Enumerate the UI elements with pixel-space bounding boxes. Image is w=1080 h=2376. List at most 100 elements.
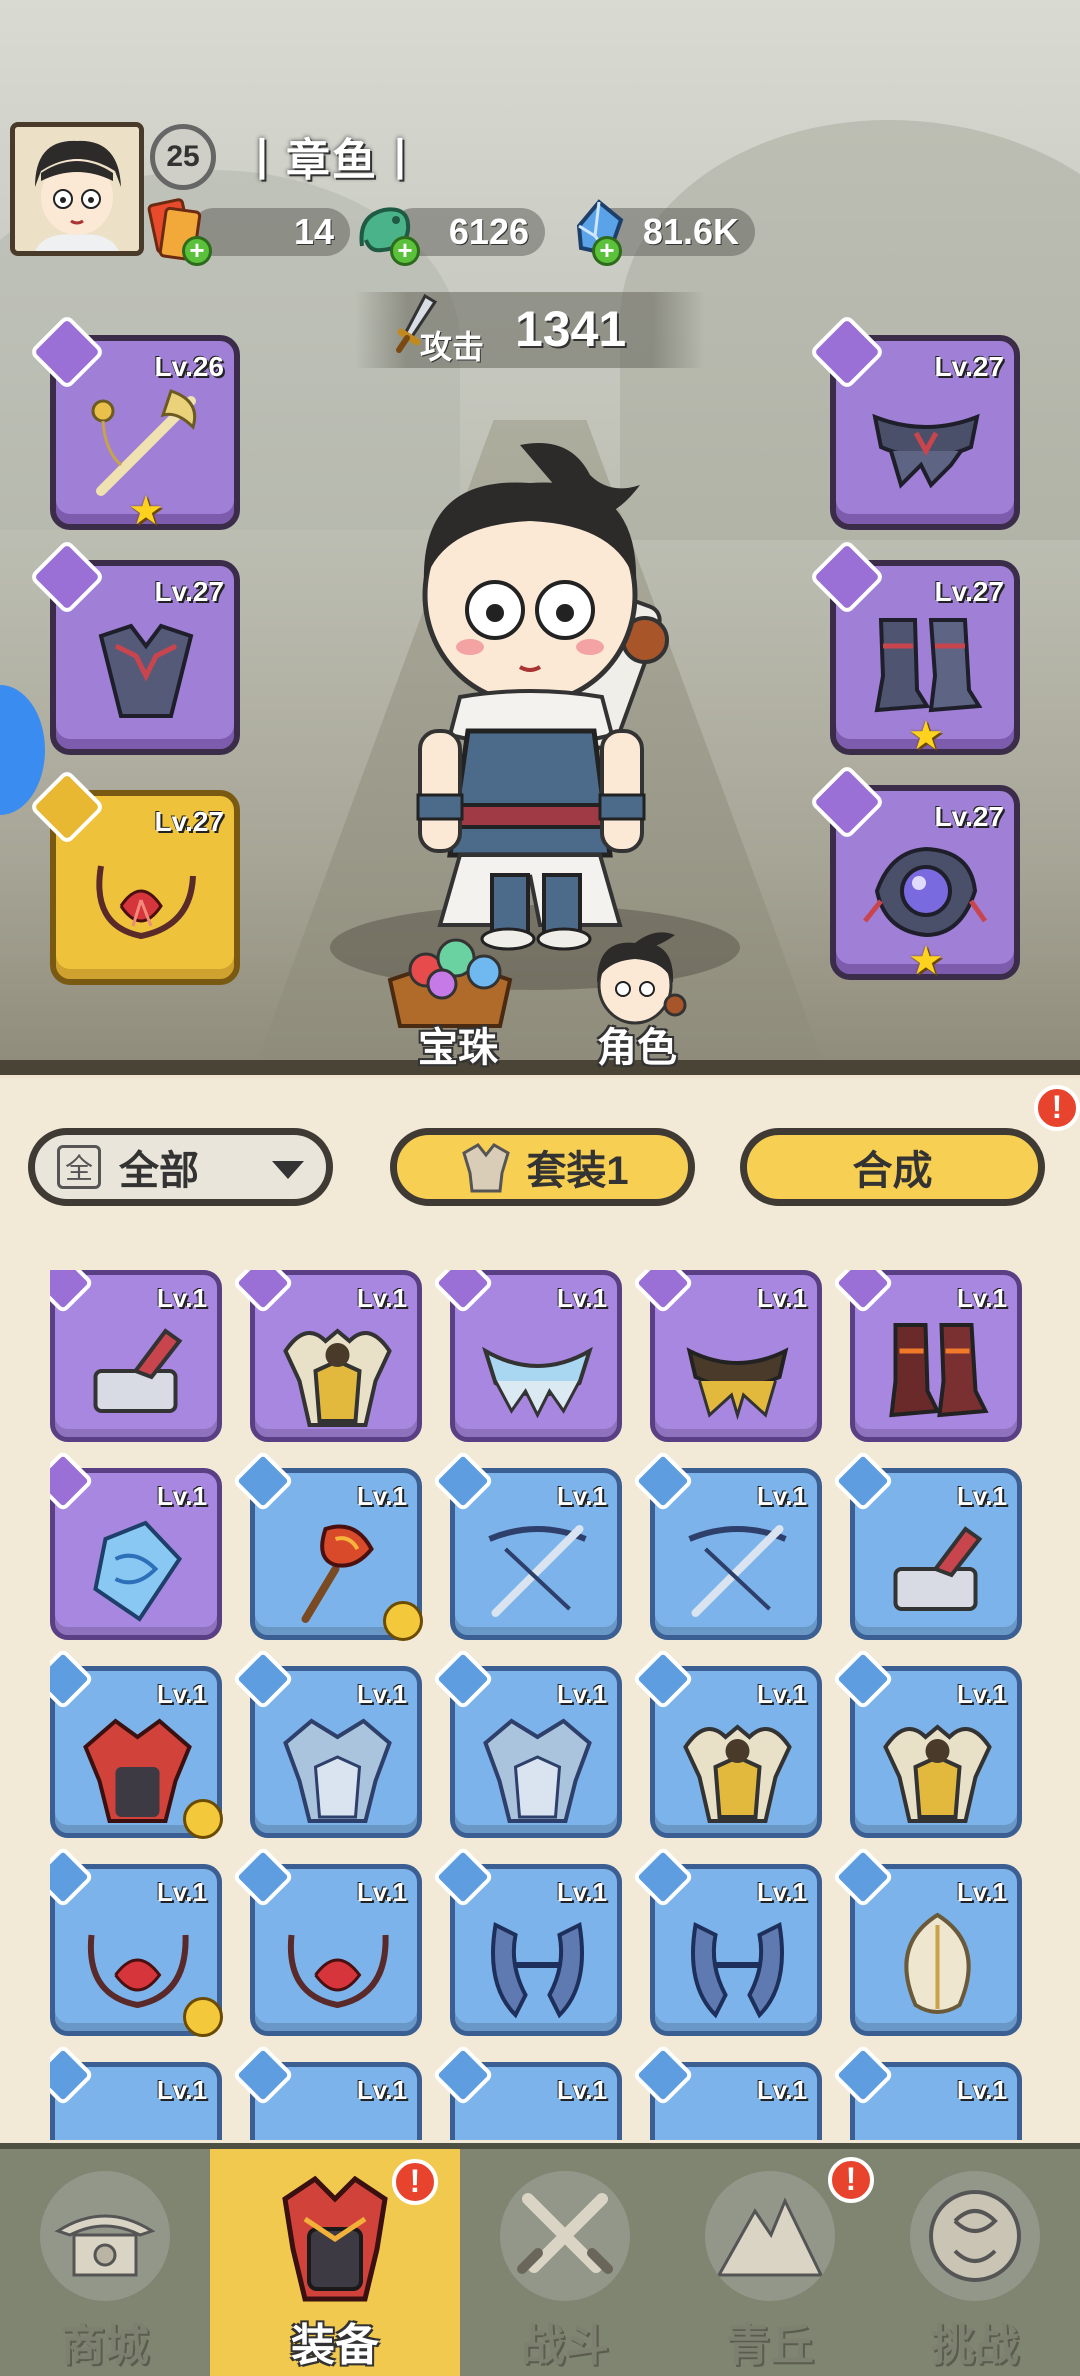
inventory-item-card[interactable]: Lv.1 bbox=[631, 1845, 822, 2036]
armor-type-icon bbox=[431, 1647, 495, 1711]
chevron-down-icon bbox=[272, 1161, 304, 1179]
jade-count: 6126 bbox=[448, 211, 529, 252]
inventory-item-card[interactable]: Lv.1 bbox=[831, 1647, 1022, 1838]
weapon-type-icon bbox=[631, 1449, 695, 1513]
equipped-belt-level: Lv.27 bbox=[934, 351, 1004, 382]
scene-divider bbox=[0, 1060, 1080, 1075]
role-button-label[interactable]: 角色 bbox=[597, 1015, 677, 1073]
necklace-type-icon bbox=[50, 1845, 95, 1909]
red-necklace-icon bbox=[287, 1934, 389, 2009]
inventory-item-card[interactable]: Lv.1 bbox=[231, 1647, 422, 1838]
ring-type-icon bbox=[50, 1449, 95, 1513]
nav-label-challenge: 挑战 bbox=[931, 2321, 1019, 2370]
belt-icon bbox=[275, 2103, 400, 2140]
equipped-boots-slot[interactable]: Lv.27 ★ bbox=[808, 538, 1020, 758]
add-jade-button[interactable]: + bbox=[390, 236, 420, 266]
compose-button[interactable]: 合成 bbox=[740, 1128, 1045, 1206]
equipped-weapon-slot[interactable]: Lv.26 ★ bbox=[28, 313, 240, 533]
equip-set-badge-icon bbox=[383, 1601, 423, 1641]
nav-label-battle: 战斗 bbox=[521, 2321, 609, 2370]
inventory-item-card[interactable]: Lv.1 bbox=[631, 1270, 822, 1442]
inventory-item-card[interactable]: Lv.1 bbox=[431, 1270, 622, 1442]
inventory-item-card[interactable]: Lv.1 bbox=[831, 1845, 1022, 2036]
ice-fur-belt-icon bbox=[482, 1346, 593, 1419]
armor-type-icon bbox=[631, 1647, 695, 1711]
inventory-item-card[interactable]: Lv.1 bbox=[831, 2043, 1022, 2140]
belt-type-icon bbox=[631, 1270, 695, 1315]
nav-tab-challenge[interactable]: 挑战 bbox=[870, 2149, 1080, 2376]
inventory-item-card[interactable]: Lv.1 bbox=[431, 1845, 622, 2036]
inventory-item-card[interactable]: Lv.1 bbox=[231, 2043, 422, 2140]
red-dragon-armor-icon bbox=[83, 1718, 192, 1823]
item-level: Lv.1 bbox=[956, 2075, 1007, 2105]
equipped-armor-slot[interactable]: Lv.27 bbox=[28, 538, 240, 755]
inventory-item-card[interactable]: Lv.1 bbox=[231, 1449, 423, 1641]
inventory-item-card[interactable]: Lv.1 bbox=[631, 2043, 822, 2140]
equipped-ring-level: Lv.27 bbox=[934, 801, 1004, 832]
equipped-boots-level: Lv.27 bbox=[934, 576, 1004, 607]
item-level: Lv.1 bbox=[156, 1481, 207, 1511]
crossbow-icon bbox=[688, 1525, 787, 1617]
weapon-type-icon bbox=[50, 1270, 95, 1315]
inventory-item-card[interactable]: Lv.1 bbox=[231, 1270, 422, 1442]
item-level: Lv.1 bbox=[556, 1283, 607, 1313]
inventory-item-card[interactable]: Lv.1 bbox=[50, 1270, 222, 1442]
armor-type-icon bbox=[50, 1647, 95, 1711]
equipped-belt-slot[interactable]: Lv.27 bbox=[808, 313, 1020, 530]
item-level: Lv.1 bbox=[356, 1877, 407, 1907]
star-icon: ★ bbox=[128, 489, 164, 533]
inventory-item-card[interactable]: Lv.1 bbox=[50, 2043, 222, 2140]
equipped-necklace-slot[interactable]: Lv.27 bbox=[28, 768, 240, 985]
nav-tab-battle[interactable]: 战斗 bbox=[460, 2149, 670, 2376]
golden-staff-icon bbox=[91, 389, 197, 496]
equipped-weapon-level: Lv.26 bbox=[154, 351, 224, 382]
armor-type-icon bbox=[831, 1647, 895, 1711]
ticket-count: 14 bbox=[293, 211, 334, 252]
filter-label: 全部 bbox=[119, 1149, 199, 1193]
gold-feather-armor-icon bbox=[883, 1724, 992, 1823]
crossbow-icon bbox=[488, 1525, 587, 1617]
bottom-navigation: 商城 装备 ! 战斗 青丘 ! 挑战 bbox=[0, 2143, 1080, 2376]
item-level: Lv.1 bbox=[756, 1481, 807, 1511]
inventory-item-card[interactable]: Lv.1 bbox=[831, 1270, 1022, 1442]
attack-value: 1341 bbox=[515, 301, 627, 357]
inventory-item-card[interactable]: Lv.1 bbox=[231, 1845, 422, 2036]
inventory-item-card[interactable]: Lv.1 bbox=[50, 1647, 223, 1839]
inventory-item-card[interactable]: Lv.1 bbox=[431, 1449, 622, 1640]
belt-icon bbox=[75, 2103, 200, 2140]
player-level: 25 bbox=[166, 140, 200, 173]
orbs-button-label[interactable]: 宝珠 bbox=[418, 1015, 498, 1073]
dark-armor-icon bbox=[98, 623, 194, 718]
inventory-item-card[interactable]: Lv.1 bbox=[431, 2043, 622, 2140]
star-icon: ★ bbox=[908, 714, 944, 758]
player-avatar[interactable] bbox=[10, 122, 144, 256]
inventory-item-card[interactable]: Lv.1 bbox=[631, 1449, 822, 1640]
inventory-item-card[interactable]: Lv.1 bbox=[631, 1647, 822, 1838]
filter-all-icon: 全 bbox=[57, 1145, 101, 1189]
anvil-hammer-icon bbox=[893, 1526, 983, 1611]
belt-icon bbox=[475, 2103, 600, 2140]
inventory-item-card[interactable]: Lv.1 bbox=[50, 1845, 223, 2037]
necklace-type-icon bbox=[831, 1845, 895, 1909]
equipment-set-button[interactable]: 套装1 bbox=[390, 1128, 695, 1206]
belt-type-icon bbox=[231, 2043, 295, 2107]
weapon-type-icon bbox=[231, 1449, 295, 1513]
compose-alert-badge: ! bbox=[1034, 1085, 1080, 1131]
inventory-item-card[interactable]: Lv.1 bbox=[831, 1449, 1022, 1640]
attack-label: 攻击 bbox=[420, 329, 485, 365]
inventory-item-card[interactable]: Lv.1 bbox=[50, 1449, 222, 1640]
nav-tab-shop[interactable]: 商城 bbox=[0, 2149, 210, 2376]
ice-armor-icon bbox=[483, 1718, 592, 1823]
belt-type-icon bbox=[431, 1270, 495, 1315]
add-ticket-button[interactable]: + bbox=[182, 236, 212, 266]
weapon-type-icon bbox=[831, 1449, 895, 1513]
filter-dropdown[interactable]: 全 全部 bbox=[28, 1128, 333, 1206]
add-gem-button[interactable]: + bbox=[592, 236, 622, 266]
equipment-helmet-icon bbox=[282, 2175, 388, 2302]
inventory-item-card[interactable]: Lv.1 bbox=[431, 1647, 622, 1838]
challenge-orb-icon bbox=[910, 2171, 1040, 2301]
player-character[interactable] bbox=[380, 435, 700, 955]
weapon-type-icon bbox=[431, 1449, 495, 1513]
belt-type-icon bbox=[631, 2043, 695, 2107]
equipped-ring-slot[interactable]: Lv.27 ★ bbox=[808, 763, 1020, 981]
